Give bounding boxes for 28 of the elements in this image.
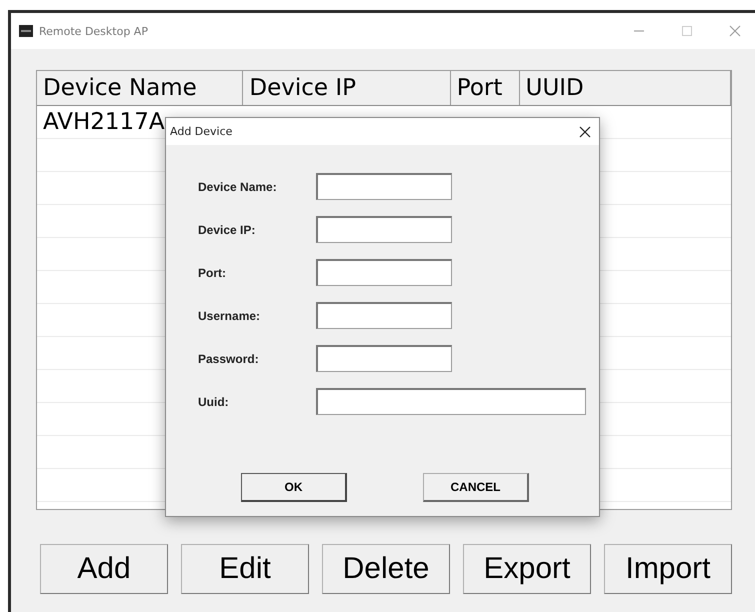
table-cell-text: AVH2117A [42,109,165,135]
input-field[interactable] [316,302,452,329]
action-button[interactable]: Export [463,544,591,594]
close-icon[interactable] [579,126,591,138]
action-button[interactable]: Add [40,544,168,594]
field-label: Uuid: [198,394,230,408]
action-button[interactable]: Import [604,544,732,594]
dialog-title: Add Device [170,125,232,138]
field-label: Port: [198,266,227,280]
action-button[interactable]: Delete [322,544,450,594]
app-icon [19,25,33,37]
input-field[interactable] [316,388,586,415]
column-header[interactable]: Port [450,71,520,105]
field-label: Username: [198,308,262,322]
field-label: Password: [198,352,260,366]
column-header[interactable]: Device IP [243,71,451,105]
input-field[interactable] [316,173,452,200]
input-field[interactable] [316,216,452,243]
action-button[interactable]: Edit [181,544,309,594]
input-field[interactable] [316,345,452,372]
field-label: Device IP: [198,222,256,236]
window-title: Remote Desktop AP [39,24,148,38]
input-field[interactable] [316,259,452,286]
field-label: Device Name: [198,180,278,194]
column-header[interactable]: Device Name [37,71,244,105]
column-header[interactable]: UUID [520,71,731,105]
dialog-button[interactable]: CANCEL [423,473,529,502]
dialog-button[interactable]: OK [241,473,347,502]
